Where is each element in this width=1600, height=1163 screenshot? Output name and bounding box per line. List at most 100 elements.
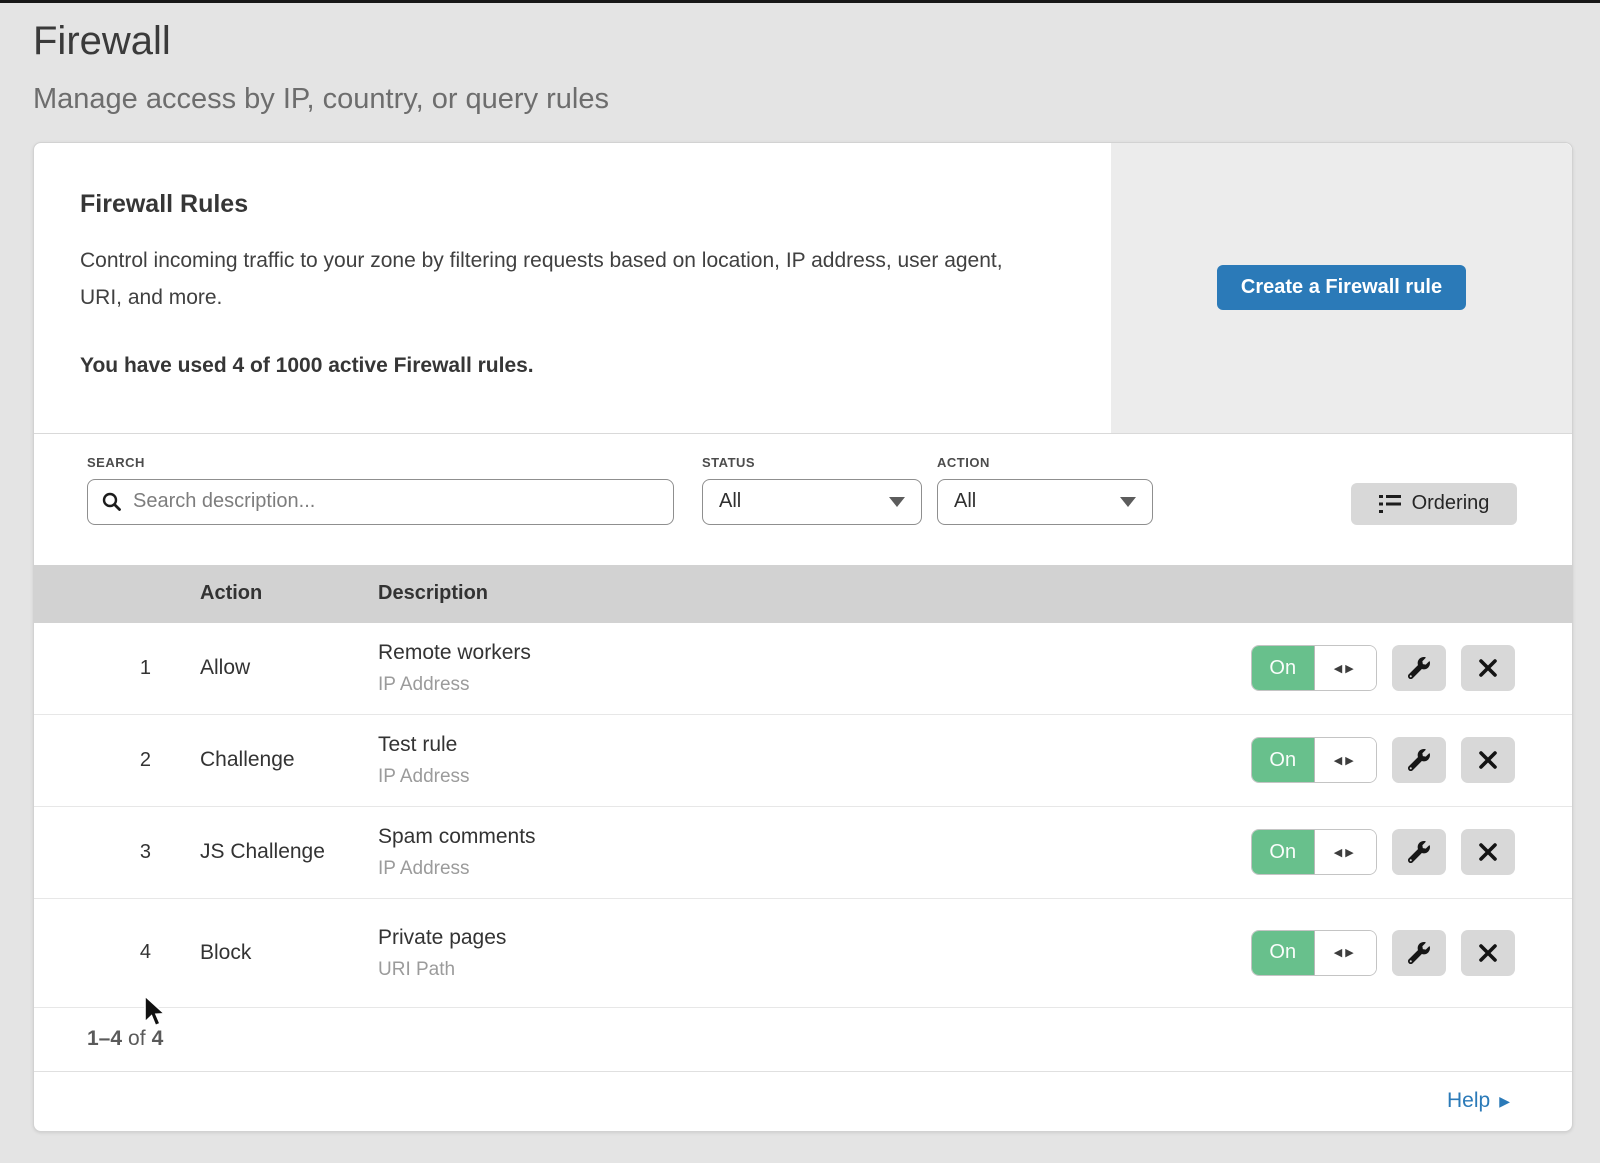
wrench-icon bbox=[1408, 749, 1430, 771]
status-filter-group: STATUS All bbox=[674, 455, 922, 525]
panel-footer: Help ▶ bbox=[34, 1072, 1572, 1131]
pagination-of: of bbox=[122, 1027, 152, 1051]
firewall-page: Firewall Manage access by IP, country, o… bbox=[0, 17, 1600, 1132]
rule-controls: On ◀▶ bbox=[1251, 645, 1515, 691]
rules-table-body: 1 Allow Remote workers IP Address On ◀▶ bbox=[34, 623, 1572, 1008]
rule-controls: On ◀▶ bbox=[1251, 737, 1515, 783]
delete-rule-button[interactable] bbox=[1461, 737, 1515, 783]
create-rule-aside: Create a Firewall rule bbox=[1111, 143, 1572, 433]
filters-bar: SEARCH STATUS All ACTION bbox=[34, 434, 1572, 565]
rule-description-cell: Spam comments IP Address bbox=[378, 824, 1251, 880]
rule-action: Challenge bbox=[200, 748, 378, 772]
rule-description: Spam comments bbox=[378, 824, 1251, 849]
rule-match-type: URI Path bbox=[378, 959, 1251, 981]
x-icon bbox=[1478, 943, 1498, 963]
rule-controls: On ◀▶ bbox=[1251, 930, 1515, 976]
table-row: 2 Challenge Test rule IP Address On ◀▶ bbox=[34, 715, 1572, 807]
toggle-on-segment[interactable]: On bbox=[1252, 646, 1315, 690]
toggle-on-segment[interactable]: On bbox=[1252, 738, 1315, 782]
rule-enabled-toggle[interactable]: On ◀▶ bbox=[1251, 645, 1377, 691]
edit-rule-button[interactable] bbox=[1392, 930, 1446, 976]
card-description: Control incoming traffic to your zone by… bbox=[80, 243, 1030, 317]
toggle-on-segment[interactable]: On bbox=[1252, 830, 1315, 874]
create-firewall-rule-button[interactable]: Create a Firewall rule bbox=[1217, 265, 1466, 310]
left-right-arrows-icon[interactable]: ◀▶ bbox=[1315, 830, 1377, 874]
rule-description-cell: Test rule IP Address bbox=[378, 732, 1251, 788]
rule-description-cell: Remote workers IP Address bbox=[378, 640, 1251, 696]
page-title: Firewall bbox=[33, 17, 1573, 65]
action-label: ACTION bbox=[937, 455, 1153, 470]
page-subtitle: Manage access by IP, country, or query r… bbox=[33, 82, 1573, 117]
chevron-down-icon bbox=[1120, 497, 1136, 507]
rule-description: Remote workers bbox=[378, 640, 1251, 665]
rule-description: Test rule bbox=[378, 732, 1251, 757]
search-icon bbox=[102, 492, 121, 511]
table-row: 4 Block Private pages URI Path On ◀▶ bbox=[34, 899, 1572, 1008]
rule-enabled-toggle[interactable]: On ◀▶ bbox=[1251, 829, 1377, 875]
card-heading: Firewall Rules bbox=[80, 190, 1049, 219]
rule-match-type: IP Address bbox=[378, 766, 1251, 788]
rule-priority: 4 bbox=[34, 941, 167, 964]
rule-action: Block bbox=[200, 941, 378, 965]
edit-rule-button[interactable] bbox=[1392, 645, 1446, 691]
search-input[interactable] bbox=[131, 489, 659, 514]
rule-priority: 2 bbox=[34, 749, 167, 772]
search-filter-group: SEARCH bbox=[87, 455, 674, 525]
pagination-bar: 1–4of4 bbox=[34, 1008, 1572, 1072]
rules-usage-text: You have used 4 of 1000 active Firewall … bbox=[80, 354, 1049, 378]
wrench-icon bbox=[1408, 657, 1430, 679]
help-link[interactable]: Help ▶ bbox=[1447, 1089, 1510, 1113]
rule-enabled-toggle[interactable]: On ◀▶ bbox=[1251, 737, 1377, 783]
action-column-header: Action bbox=[200, 582, 378, 605]
rule-match-type: IP Address bbox=[378, 674, 1251, 696]
left-right-arrows-icon[interactable]: ◀▶ bbox=[1315, 738, 1377, 782]
rule-priority: 3 bbox=[34, 841, 167, 864]
ordered-list-icon bbox=[1379, 494, 1401, 514]
left-right-arrows-icon[interactable]: ◀▶ bbox=[1315, 931, 1377, 975]
edit-rule-button[interactable] bbox=[1392, 829, 1446, 875]
ordering-button-label: Ordering bbox=[1412, 492, 1490, 515]
pagination-range: 1–4 bbox=[87, 1027, 122, 1051]
delete-rule-button[interactable] bbox=[1461, 829, 1515, 875]
rule-match-type: IP Address bbox=[378, 858, 1251, 880]
arrow-right-icon: ▶ bbox=[1499, 1093, 1510, 1110]
search-box[interactable] bbox=[87, 479, 674, 525]
rule-priority: 1 bbox=[34, 657, 167, 680]
rule-description-cell: Private pages URI Path bbox=[378, 925, 1251, 981]
action-filter-group: ACTION All bbox=[922, 455, 1153, 525]
rule-enabled-toggle[interactable]: On ◀▶ bbox=[1251, 930, 1377, 976]
status-select[interactable]: All bbox=[702, 479, 922, 525]
intro-aside-gap bbox=[1089, 143, 1111, 433]
intro-text-block: Firewall Rules Control incoming traffic … bbox=[34, 143, 1089, 433]
left-right-arrows-icon[interactable]: ◀▶ bbox=[1315, 646, 1377, 690]
table-row: 3 JS Challenge Spam comments IP Address … bbox=[34, 807, 1572, 899]
status-select-value: All bbox=[719, 490, 741, 513]
description-column-header: Description bbox=[378, 582, 1572, 605]
action-select-value: All bbox=[954, 490, 976, 513]
help-link-label: Help bbox=[1447, 1089, 1490, 1113]
x-icon bbox=[1478, 750, 1498, 770]
window-top-edge bbox=[0, 0, 1600, 3]
rule-action: JS Challenge bbox=[200, 840, 378, 864]
rule-description: Private pages bbox=[378, 925, 1251, 950]
rules-table-header: Action Description bbox=[34, 565, 1572, 623]
delete-rule-button[interactable] bbox=[1461, 930, 1515, 976]
pagination-total: 4 bbox=[152, 1027, 164, 1051]
status-label: STATUS bbox=[702, 455, 922, 470]
wrench-icon bbox=[1408, 942, 1430, 964]
chevron-down-icon bbox=[889, 497, 905, 507]
rule-action: Allow bbox=[200, 656, 378, 680]
x-icon bbox=[1478, 658, 1498, 678]
wrench-icon bbox=[1408, 841, 1430, 863]
action-select[interactable]: All bbox=[937, 479, 1153, 525]
x-icon bbox=[1478, 842, 1498, 862]
search-label: SEARCH bbox=[87, 455, 674, 470]
table-row: 1 Allow Remote workers IP Address On ◀▶ bbox=[34, 623, 1572, 715]
firewall-rules-panel: Firewall Rules Control incoming traffic … bbox=[33, 142, 1573, 1132]
ordering-button[interactable]: Ordering bbox=[1351, 483, 1517, 525]
edit-rule-button[interactable] bbox=[1392, 737, 1446, 783]
toggle-on-segment[interactable]: On bbox=[1252, 931, 1315, 975]
firewall-rules-intro-section: Firewall Rules Control incoming traffic … bbox=[34, 143, 1572, 434]
rule-controls: On ◀▶ bbox=[1251, 829, 1515, 875]
delete-rule-button[interactable] bbox=[1461, 645, 1515, 691]
